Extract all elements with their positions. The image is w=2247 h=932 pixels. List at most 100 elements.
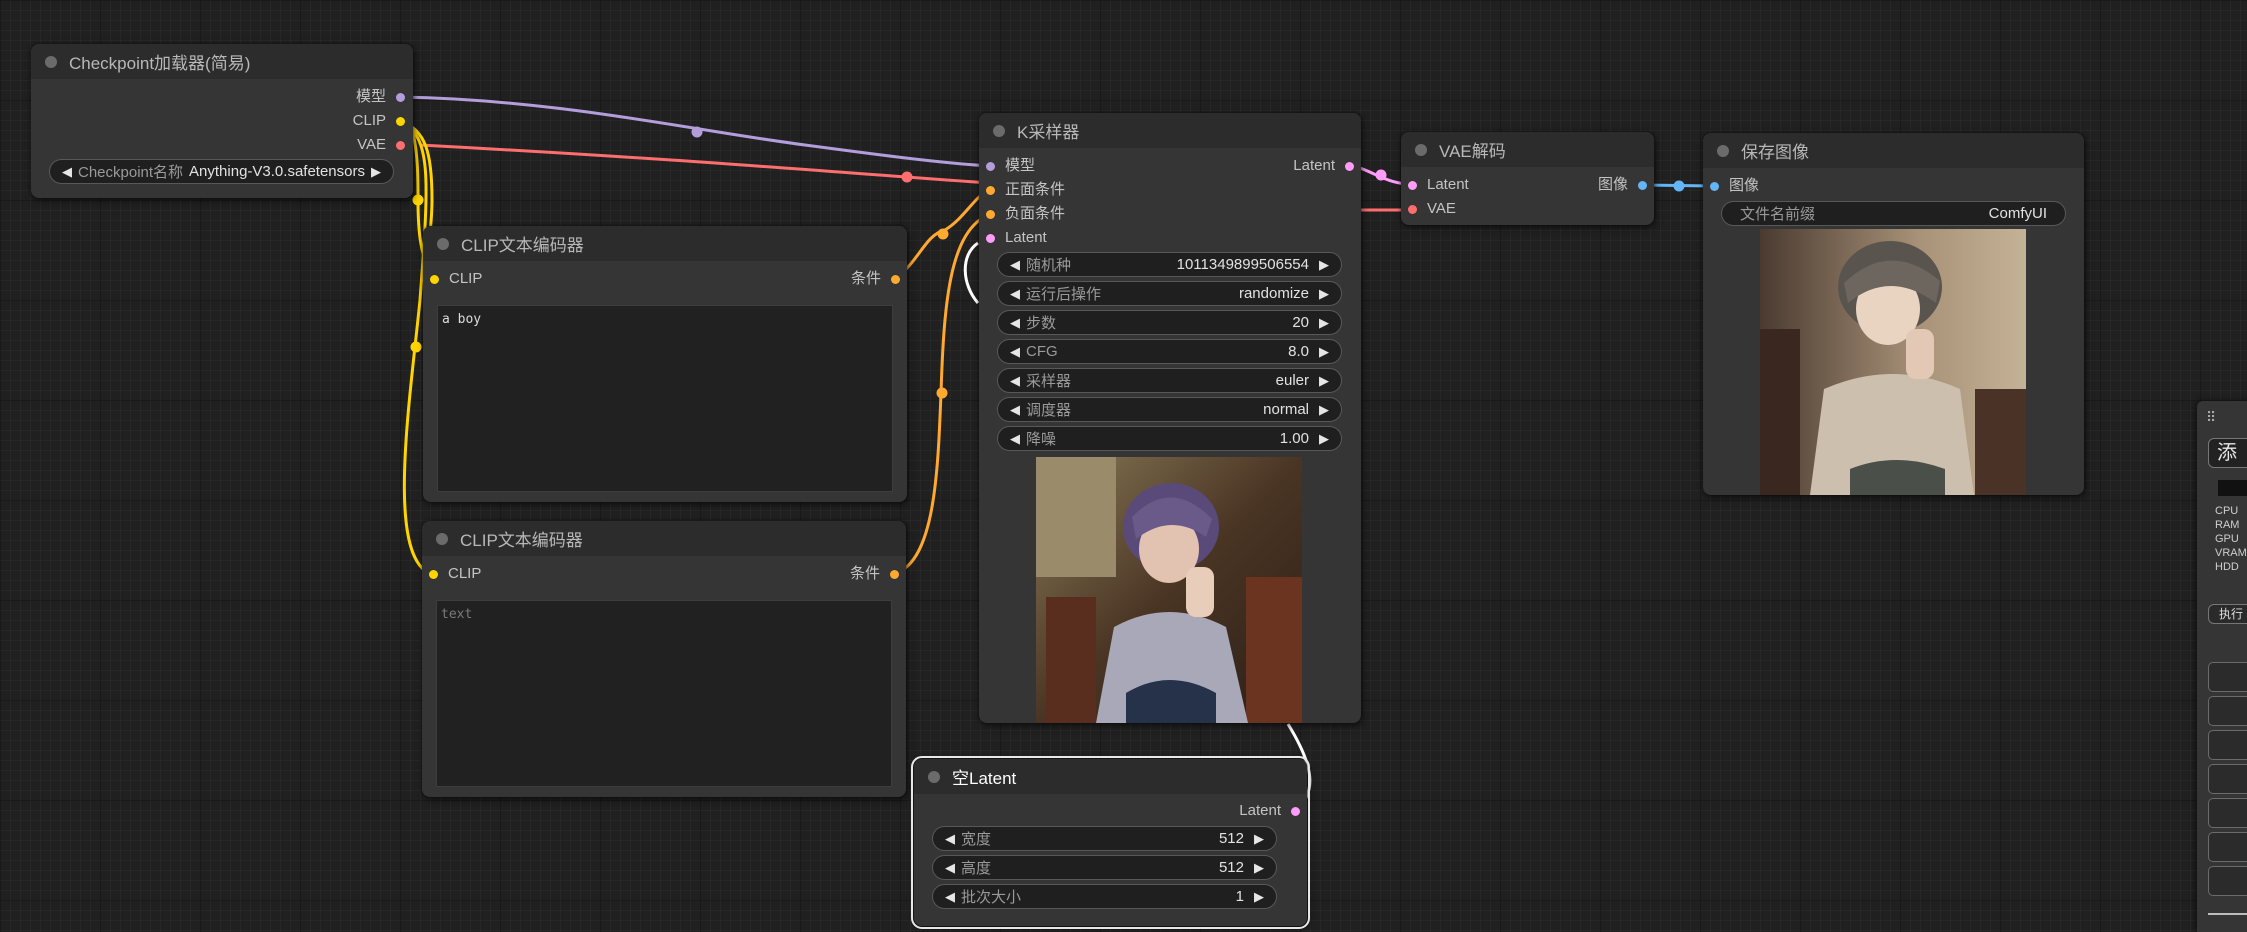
steps-widget[interactable]: ◀ 步数 20 ▶ — [997, 310, 1342, 335]
prompt-textarea[interactable]: text — [436, 600, 892, 787]
node-title-bar[interactable]: Checkpoint加载器(简易) — [31, 44, 413, 79]
output-clip[interactable]: CLIP — [353, 112, 405, 130]
cfg-widget[interactable]: ◀ CFG 8.0 ▶ — [997, 339, 1342, 364]
panel-button-2[interactable] — [2208, 696, 2247, 726]
input-clip[interactable]: CLIP — [429, 565, 481, 583]
width-widget[interactable]: ◀ 宽度 512 ▶ — [932, 826, 1277, 851]
output-conditioning[interactable]: 条件 — [851, 270, 900, 288]
drag-handle-icon[interactable]: ⠿ — [2206, 409, 2216, 426]
input-dot[interactable] — [429, 569, 438, 579]
collapse-dot[interactable] — [436, 532, 448, 545]
save-image-node[interactable]: 保存图像 图像 文件名前缀 ComfyUI — [1703, 133, 2084, 495]
output-latent[interactable]: Latent — [1293, 157, 1354, 175]
panel-button-1[interactable] — [2208, 662, 2247, 692]
vae-decode-node[interactable]: VAE解码 Latent VAE 图像 — [1401, 132, 1654, 225]
node-title-bar[interactable]: 空Latent — [914, 759, 1307, 794]
side-menu-panel[interactable]: ⠿ 添 CPU RAM GPU VRAM HDD 执行 — [2197, 401, 2247, 932]
arrow-right-icon[interactable]: ▶ — [1317, 286, 1331, 302]
output-dot[interactable] — [1345, 161, 1354, 171]
node-title-bar[interactable]: 保存图像 — [1703, 133, 2084, 168]
node-title-bar[interactable]: K采样器 — [979, 113, 1361, 148]
arrow-right-icon[interactable]: ▶ — [1252, 831, 1266, 847]
panel-button-5[interactable] — [2208, 798, 2247, 828]
prompt-textarea[interactable]: a boy — [437, 305, 893, 492]
output-vae[interactable]: VAE — [357, 136, 405, 154]
output-dot[interactable] — [891, 274, 900, 284]
arrow-left-icon[interactable]: ◀ — [1008, 257, 1022, 273]
arrow-right-icon[interactable]: ▶ — [1317, 402, 1331, 418]
node-title-bar[interactable]: CLIP文本编码器 — [422, 521, 906, 556]
node-title-bar[interactable]: CLIP文本编码器 — [423, 226, 907, 261]
arrow-left-icon[interactable]: ◀ — [1008, 344, 1022, 360]
panel-button-7[interactable] — [2208, 866, 2247, 896]
collapse-dot[interactable] — [928, 770, 940, 783]
output-dot[interactable] — [396, 140, 405, 150]
height-widget[interactable]: ◀ 高度 512 ▶ — [932, 855, 1277, 880]
execution-options-button[interactable]: 执行 — [2208, 604, 2247, 624]
arrow-left-icon[interactable]: ◀ — [1008, 286, 1022, 302]
input-dot[interactable] — [1710, 181, 1719, 191]
output-dot[interactable] — [1291, 806, 1300, 816]
input-positive[interactable]: 正面条件 — [986, 181, 1065, 199]
arrow-left-icon[interactable]: ◀ — [943, 860, 957, 876]
input-dot[interactable] — [986, 233, 995, 243]
output-dot[interactable] — [1638, 180, 1647, 190]
input-latent[interactable]: Latent — [1408, 176, 1469, 194]
denoise-widget[interactable]: ◀ 降噪 1.00 ▶ — [997, 426, 1342, 451]
output-image[interactable]: 图像 — [1598, 176, 1647, 194]
panel-button-4[interactable] — [2208, 764, 2247, 794]
arrow-right-icon[interactable]: ▶ — [1317, 373, 1331, 389]
control-after-generate-widget[interactable]: ◀ 运行后操作 randomize ▶ — [997, 281, 1342, 306]
input-image[interactable]: 图像 — [1710, 177, 1759, 195]
input-latent[interactable]: Latent — [986, 229, 1047, 247]
input-dot[interactable] — [430, 274, 439, 284]
clip-text-encoder-negative-node[interactable]: CLIP文本编码器 CLIP 条件 text — [422, 521, 906, 797]
arrow-left-icon[interactable]: ◀ — [1008, 315, 1022, 331]
sampler-widget[interactable]: ◀ 采样器 euler ▶ — [997, 368, 1342, 393]
input-vae[interactable]: VAE — [1408, 200, 1456, 218]
arrow-right-icon[interactable]: ▶ — [1317, 344, 1331, 360]
arrow-left-icon[interactable]: ◀ — [60, 164, 74, 180]
arrow-right-icon[interactable]: ▶ — [369, 164, 383, 180]
arrow-left-icon[interactable]: ◀ — [1008, 431, 1022, 447]
arrow-right-icon[interactable]: ▶ — [1252, 889, 1266, 905]
input-dot[interactable] — [986, 185, 995, 195]
panel-button-3[interactable] — [2208, 730, 2247, 760]
input-dot[interactable] — [1408, 180, 1417, 190]
batch-size-widget[interactable]: ◀ 批次大小 1 ▶ — [932, 884, 1277, 909]
arrow-left-icon[interactable]: ◀ — [943, 831, 957, 847]
arrow-right-icon[interactable]: ▶ — [1252, 860, 1266, 876]
collapse-dot[interactable] — [437, 237, 449, 250]
seed-widget[interactable]: ◀ 随机种 1011349899506554 ▶ — [997, 252, 1342, 277]
scheduler-widget[interactable]: ◀ 调度器 normal ▶ — [997, 397, 1342, 422]
checkpoint-loader-node[interactable]: Checkpoint加载器(简易) 模型 CLIP VAE ◀ Checkpoi… — [31, 44, 413, 198]
arrow-left-icon[interactable]: ◀ — [943, 889, 957, 905]
output-dot[interactable] — [396, 116, 405, 126]
input-dot[interactable] — [986, 209, 995, 219]
collapse-dot[interactable] — [1415, 143, 1427, 156]
arrow-left-icon[interactable]: ◀ — [1008, 402, 1022, 418]
input-clip[interactable]: CLIP — [430, 270, 482, 288]
output-latent[interactable]: Latent — [1239, 802, 1300, 820]
collapse-dot[interactable] — [1717, 144, 1729, 157]
empty-latent-node[interactable]: 空Latent Latent ◀ 宽度 512 ▶ ◀ 高度 512 ▶ ◀ 批… — [911, 756, 1310, 929]
input-model[interactable]: 模型 — [986, 157, 1035, 175]
output-dot[interactable] — [890, 569, 899, 579]
input-dot[interactable] — [986, 161, 995, 171]
output-model[interactable]: 模型 — [356, 88, 405, 106]
clip-text-encoder-positive-node[interactable]: CLIP文本编码器 CLIP 条件 a boy — [423, 226, 907, 502]
arrow-right-icon[interactable]: ▶ — [1317, 257, 1331, 273]
input-negative[interactable]: 负面条件 — [986, 205, 1065, 223]
node-title-bar[interactable]: VAE解码 — [1401, 132, 1654, 167]
checkpoint-name-combo[interactable]: ◀ Checkpoint名称 Anything-V3.0.safetensors… — [49, 159, 394, 184]
ksampler-node[interactable]: K采样器 模型 正面条件 负面条件 Latent Latent ◀ 随机种 10… — [979, 113, 1361, 723]
collapse-dot[interactable] — [993, 124, 1005, 137]
output-dot[interactable] — [396, 92, 405, 102]
input-dot[interactable] — [1408, 204, 1417, 214]
panel-button-6[interactable] — [2208, 832, 2247, 862]
filename-prefix-widget[interactable]: 文件名前缀 ComfyUI — [1721, 201, 2066, 226]
add-queue-button[interactable]: 添 — [2208, 438, 2247, 468]
arrow-left-icon[interactable]: ◀ — [1008, 373, 1022, 389]
arrow-right-icon[interactable]: ▶ — [1317, 315, 1331, 331]
arrow-right-icon[interactable]: ▶ — [1317, 431, 1331, 447]
